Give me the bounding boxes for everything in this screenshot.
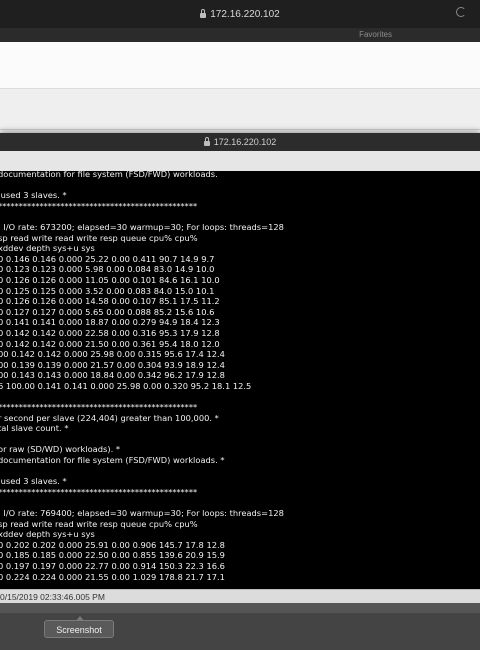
status-bar: 0/15/2019 02:33:46.005 PM [0, 589, 480, 604]
terminal-line: xddev depth sys+u sys [0, 243, 95, 254]
terminal-line: xddev depth sys+u sys [0, 529, 95, 540]
terminal-line: 0 0.123 0.123 0.000 5.98 0.00 0.084 83.0… [0, 264, 215, 275]
front-tab-strip [0, 151, 480, 171]
screenshot-tooltip: Screenshot [44, 616, 114, 638]
terminal-line: sp read write read write resp queue cpu%… [0, 518, 198, 529]
reload-icon[interactable] [456, 7, 466, 17]
terminal-line: tal slave count. * [0, 423, 69, 434]
terminal-lines: documentation for file system (FSD/FWD) … [0, 171, 480, 582]
dock-strip [0, 603, 480, 613]
terminal-line: used 3 slaves. * [0, 190, 67, 201]
terminal-line: ; I/O rate: 673200; elapsed=30 warmup=30… [0, 221, 284, 232]
back-page-content-lower [0, 89, 480, 130]
terminal-line: 0 0.185 0.185 0.000 22.50 0.00 0.855 139… [0, 550, 225, 561]
terminal-line: 00 0.142 0.142 0.000 25.98 0.00 0.315 95… [0, 349, 225, 360]
back-page-content [0, 42, 480, 89]
terminal-line: ****************************************… [0, 402, 198, 413]
lock-icon [200, 8, 207, 18]
front-browser-window: 172.16.220.102 documentation for file sy… [0, 133, 480, 604]
back-browser-window: 172.16.220.102 Favorites [0, 0, 480, 135]
terminal-line: 0 0.142 0.142 0.000 22.58 0.00 0.316 95.… [0, 327, 220, 338]
terminal-line: 00 0.143 0.143 0.000 18.84 0.00 0.342 96… [0, 370, 225, 381]
terminal-line: 0 0.197 0.197 0.000 22.77 0.00 0.914 150… [0, 560, 225, 571]
front-toolbar: 172.16.220.102 [0, 133, 480, 151]
terminal-line: ****************************************… [0, 486, 198, 497]
terminal-line: 0 0.126 0.126 0.000 11.05 0.00 0.101 84.… [0, 274, 220, 285]
terminal-line: documentation for file system (FSD/FWD) … [0, 455, 225, 466]
back-address-bar[interactable]: 172.16.220.102 [0, 4, 480, 24]
terminal-line: used 3 slaves. * [0, 476, 67, 487]
favorites-bar: Favorites [0, 28, 480, 42]
terminal-line: 6 100.00 0.141 0.141 0.000 25.98 0.00 0.… [0, 380, 252, 391]
front-address-bar[interactable]: 172.16.220.102 [0, 133, 480, 151]
back-toolbar: 172.16.220.102 [0, 0, 480, 28]
terminal-line: or raw (SD/WD) workloads). * [0, 444, 120, 455]
favorites-label[interactable]: Favorites [359, 28, 392, 42]
front-url-text: 172.16.220.102 [213, 137, 277, 147]
terminal-line: ****************************************… [0, 200, 198, 211]
terminal-line: r second per slave (224,404) greater tha… [0, 412, 219, 423]
terminal-line: 0 0.127 0.127 0.000 5.65 0.00 0.088 85.2… [0, 306, 215, 317]
terminal-line: documentation for file system (FSD/FWD) … [0, 171, 218, 179]
lock-icon [203, 136, 210, 146]
terminal-output[interactable]: documentation for file system (FSD/FWD) … [0, 171, 480, 589]
terminal-line: 0 0.141 0.141 0.000 18.87 0.00 0.279 94.… [0, 317, 220, 328]
terminal-line: ; I/O rate: 769400; elapsed=30 warmup=30… [0, 508, 284, 518]
terminal-line: 0 0.142 0.142 0.000 21.50 0.00 0.361 95.… [0, 338, 220, 349]
terminal-line: 0 0.126 0.126 0.000 14.58 0.00 0.107 85.… [0, 296, 220, 307]
status-timestamp: 0/15/2019 02:33:46.005 PM [0, 592, 105, 602]
terminal-line: 0 0.224 0.224 0.000 21.55 0.00 1.029 178… [0, 571, 225, 582]
terminal-line: 0 0.146 0.146 0.000 25.22 0.00 0.411 90.… [0, 253, 215, 264]
terminal-line: sp read write read write resp queue cpu%… [0, 232, 198, 243]
terminal-line: 00 0.139 0.139 0.000 21.57 0.00 0.304 93… [0, 359, 225, 370]
terminal-line: 0 0.202 0.202 0.000 25.91 0.00 0.906 145… [0, 539, 225, 550]
terminal-line: 0 0.125 0.125 0.000 3.52 0.00 0.083 84.0… [0, 285, 215, 296]
back-url-text: 172.16.220.102 [210, 8, 280, 20]
